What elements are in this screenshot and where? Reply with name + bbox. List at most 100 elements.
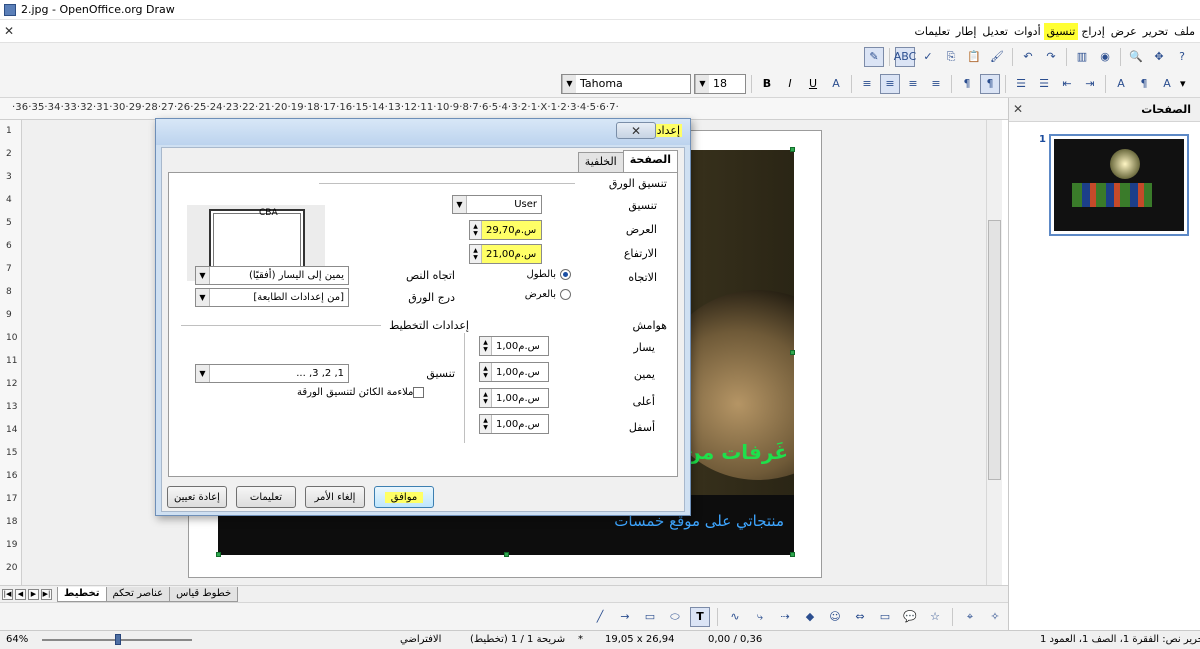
gallery-icon[interactable]: ◉ <box>1095 47 1115 67</box>
menu-edit[interactable]: تحرير <box>1140 23 1171 40</box>
spin-buttons[interactable]: ▲ ▼ <box>480 337 492 355</box>
scrollbar-thumb[interactable] <box>988 220 1001 480</box>
format-select[interactable]: ▼ User <box>452 195 542 214</box>
bullets-icon[interactable]: ☰ <box>1034 74 1054 94</box>
menu-tools[interactable]: أدوات <box>1011 23 1044 40</box>
paragraph-icon[interactable]: ¶ <box>1134 74 1154 94</box>
layer-tab-layout[interactable]: تخطيط <box>57 586 107 602</box>
redo-icon[interactable]: ↷ <box>1041 47 1061 67</box>
align-right-icon[interactable]: ≡ <box>857 74 877 94</box>
resize-handle[interactable] <box>504 552 509 557</box>
paste-icon[interactable]: 📋 <box>964 47 984 67</box>
numbering-icon[interactable]: ☰ <box>1011 74 1031 94</box>
menu-window[interactable]: إطار <box>953 23 979 40</box>
close-document-icon[interactable]: ✕ <box>4 24 14 38</box>
chart-icon[interactable]: ▥ <box>1072 47 1092 67</box>
resize-handle[interactable] <box>790 350 795 355</box>
help-icon[interactable]: ? <box>1172 47 1192 67</box>
paper-tray-select[interactable]: ▼ [من إعدادات الطابعة] <box>195 288 349 307</box>
menu-insert[interactable]: إدراج <box>1078 23 1107 40</box>
italic-button[interactable]: I <box>780 74 800 94</box>
height-input[interactable]: ▲ ▼ 21,00س.م <box>469 244 542 264</box>
zoom-percent[interactable]: 64% <box>6 634 28 645</box>
undo-icon[interactable]: ↶ <box>1018 47 1038 67</box>
navigator-icon[interactable]: ✥ <box>1149 47 1169 67</box>
glue-points-icon[interactable]: ✧ <box>985 607 1005 627</box>
next-tab-icon[interactable]: ▶ <box>28 588 39 600</box>
tab-background[interactable]: الخلفية <box>577 152 624 172</box>
last-tab-icon[interactable]: ▶| <box>41 588 52 600</box>
radio-circle[interactable] <box>560 289 571 300</box>
curve-icon[interactable]: ∿ <box>725 607 745 627</box>
format-paintbrush-icon[interactable]: 🖌 <box>987 47 1007 67</box>
layer-tab-dimension-lines[interactable]: خطوط قياس <box>169 586 239 602</box>
ellipse-icon[interactable]: ⬭ <box>665 607 685 627</box>
bottom-margin-input[interactable]: ▲ ▼ 1,00س.م <box>479 414 549 434</box>
width-input[interactable]: ▲ ▼ 29,70س.م <box>469 220 542 240</box>
copy-icon[interactable]: ⎘ <box>941 47 961 67</box>
more-options-icon[interactable]: ▾ <box>1180 74 1192 94</box>
callouts-icon[interactable]: 💬 <box>900 607 920 627</box>
chevron-down-icon[interactable]: ▼ <box>453 196 467 213</box>
text-direction-select[interactable]: ▼ يمين إلى اليسار (أفقيًا) <box>195 266 349 285</box>
character-icon[interactable]: A <box>1111 74 1131 94</box>
menu-help[interactable]: تعليمات <box>912 23 953 40</box>
top-margin-input[interactable]: ▲ ▼ 1,00س.م <box>479 388 549 408</box>
ltr-icon[interactable]: ¶ <box>980 73 1000 94</box>
points-icon[interactable]: ⌖ <box>960 607 980 627</box>
menu-format[interactable]: تنسيق <box>1043 22 1079 40</box>
vertical-scrollbar[interactable] <box>986 120 1002 585</box>
block-arrows-icon[interactable]: ⇔ <box>850 607 870 627</box>
symbol-shapes-icon[interactable]: ☺ <box>825 607 845 627</box>
arrow-line-icon[interactable]: → <box>615 607 635 627</box>
chevron-down-icon[interactable]: ▼ <box>562 74 576 93</box>
layout-format-select[interactable]: ▼ 1, 2, 3, ... <box>195 364 349 383</box>
chevron-down-icon[interactable]: ▼ <box>196 267 210 284</box>
spellcheck-icon[interactable]: ABC <box>894 46 916 67</box>
text-tool-icon[interactable]: T <box>690 606 710 627</box>
line-icon[interactable]: ╱ <box>590 607 610 627</box>
close-panel-icon[interactable]: ✕ <box>1013 102 1023 116</box>
spin-buttons[interactable]: ▲ ▼ <box>470 245 482 263</box>
bold-button[interactable]: B <box>757 74 777 94</box>
font-size-increase-icon[interactable]: A <box>826 74 846 94</box>
font-name-combo[interactable]: ▼ Tahoma <box>561 73 691 94</box>
menu-file[interactable]: ملف <box>1171 23 1198 40</box>
portrait-radio[interactable]: بالطول <box>526 269 571 280</box>
font-size-combo[interactable]: ▼ 18 <box>694 73 746 94</box>
cancel-button[interactable]: إلغاء الأمر <box>305 486 365 508</box>
zoom-icon[interactable]: 🔍 <box>1126 47 1146 67</box>
checkbox-box[interactable] <box>413 387 425 398</box>
spin-buttons[interactable]: ▲ ▼ <box>470 221 482 239</box>
resize-handle[interactable] <box>216 552 221 557</box>
lines-arrows-icon[interactable]: ⇢ <box>775 607 795 627</box>
reset-button[interactable]: إعادة تعيين <box>167 486 227 508</box>
landscape-radio[interactable]: بالعرض <box>525 289 571 300</box>
decrease-indent-icon[interactable]: ⇤ <box>1057 74 1077 94</box>
fit-object-checkbox[interactable]: ملاءمة الكائن لتنسيق الورقة <box>297 387 426 398</box>
basic-shapes-icon[interactable]: ◆ <box>800 607 820 627</box>
dialog-close-button[interactable]: ✕ <box>616 122 656 139</box>
right-margin-input[interactable]: ▲ ▼ 1,00س.م <box>479 362 549 382</box>
left-margin-input[interactable]: ▲ ▼ 1,00س.م <box>479 336 549 356</box>
font-color-icon[interactable]: A <box>1157 74 1177 94</box>
layer-tab-controls[interactable]: عناصر تحكم <box>105 586 171 602</box>
rectangle-icon[interactable]: ▭ <box>640 607 660 627</box>
resize-handle[interactable] <box>790 147 795 152</box>
menu-modify[interactable]: تعديل <box>979 23 1011 40</box>
chevron-down-icon[interactable]: ▼ <box>196 365 210 382</box>
help-button[interactable]: تعليمات <box>236 486 296 508</box>
align-left-icon[interactable]: ≡ <box>903 74 923 94</box>
tab-page[interactable]: الصفحة <box>622 150 678 172</box>
connector-icon[interactable]: ⤷ <box>750 607 770 627</box>
menu-view[interactable]: عرض <box>1108 23 1140 40</box>
spin-buttons[interactable]: ▲ ▼ <box>480 415 492 433</box>
ok-button[interactable]: موافق <box>374 486 434 508</box>
increase-indent-icon[interactable]: ⇥ <box>1080 74 1100 94</box>
first-tab-icon[interactable]: |◀ <box>2 588 13 600</box>
spin-buttons[interactable]: ▲ ▼ <box>480 363 492 381</box>
edit-mode-icon[interactable]: ✎ <box>864 46 884 67</box>
justify-icon[interactable]: ≡ <box>926 74 946 94</box>
spin-buttons[interactable]: ▲ ▼ <box>480 389 492 407</box>
align-center-icon[interactable]: ≡ <box>880 73 900 94</box>
